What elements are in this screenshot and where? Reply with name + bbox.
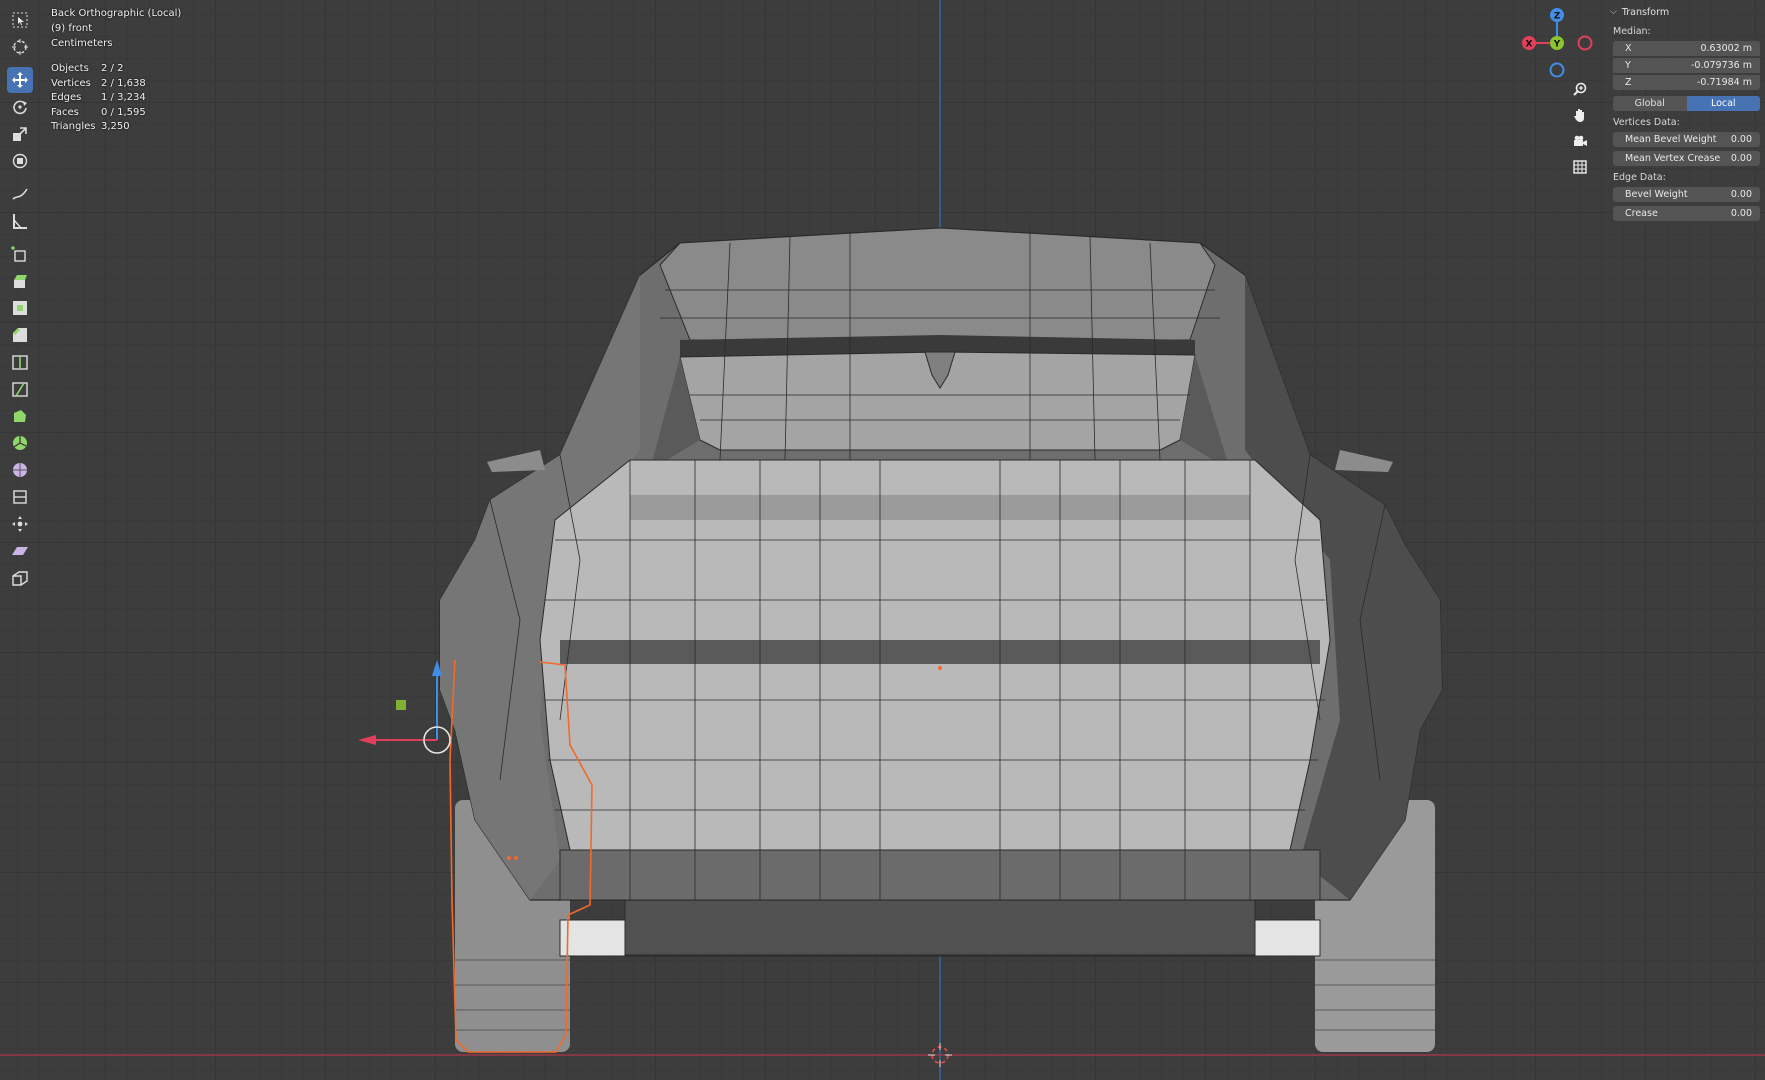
inset-icon[interactable] bbox=[7, 295, 33, 321]
mean-vertex-crease-field[interactable]: Mean Vertex Crease 0.00 bbox=[1613, 151, 1760, 166]
camera-view-icon[interactable] bbox=[1569, 130, 1591, 152]
local-button[interactable]: Local bbox=[1686, 96, 1760, 111]
scale-icon[interactable] bbox=[7, 121, 33, 147]
transform-icon[interactable] bbox=[7, 148, 33, 174]
global-button[interactable]: Global bbox=[1613, 96, 1687, 111]
edge-data-label: Edge Data: bbox=[1613, 172, 1666, 183]
median-label: Median: bbox=[1613, 26, 1651, 37]
view-name: Back Orthographic (Local) bbox=[51, 8, 182, 19]
diffuser bbox=[624, 899, 1256, 956]
right-mirror bbox=[1335, 450, 1393, 472]
edge-slide-icon[interactable] bbox=[7, 484, 33, 510]
stat-row: Edges 1 / 3,234 bbox=[51, 92, 146, 104]
stat-row: Vertices 2 / 1,638 bbox=[51, 77, 146, 89]
roof bbox=[659, 227, 1216, 341]
stat-row: Triangles 3,250 bbox=[51, 121, 130, 133]
gizmo-y-label: Y bbox=[1553, 40, 1561, 50]
crease-field[interactable]: Crease 0.00 bbox=[1613, 206, 1760, 221]
car-mesh bbox=[439, 227, 1443, 1053]
rip-icon[interactable] bbox=[7, 565, 33, 591]
loop-cut-icon[interactable] bbox=[7, 349, 33, 375]
move-icon[interactable] bbox=[7, 67, 33, 93]
transform-space-toggle: Global Local bbox=[1613, 96, 1760, 111]
rotate-icon[interactable] bbox=[7, 94, 33, 120]
shear-icon[interactable] bbox=[7, 538, 33, 564]
tool-shelf bbox=[4, 6, 36, 592]
pan-hand-icon[interactable] bbox=[1569, 104, 1591, 126]
collection-name: (9) front bbox=[51, 23, 93, 34]
units-label: Centimeters bbox=[51, 38, 113, 49]
shrink-fatten-icon[interactable] bbox=[7, 511, 33, 537]
chevron-down-icon: ⌵ bbox=[1610, 7, 1617, 17]
transform-panel: ⌵ Transform Median: X 0.63002 m Y -0.07973… bbox=[1610, 4, 1760, 223]
median-x-field[interactable]: X 0.63002 m bbox=[1613, 41, 1760, 56]
select-box-icon[interactable] bbox=[7, 7, 33, 33]
panel-title: Transform bbox=[1621, 6, 1670, 18]
mean-bevel-weight-field[interactable]: Mean Bevel Weight 0.00 bbox=[1613, 132, 1760, 147]
median-z-field[interactable]: Z -0.71984 m bbox=[1613, 75, 1760, 90]
gizmo-neg-z-axis[interactable] bbox=[1549, 62, 1565, 78]
stat-row: Objects 2 / 2 bbox=[51, 63, 124, 74]
annotate-icon[interactable] bbox=[7, 181, 33, 207]
measure-icon[interactable] bbox=[7, 208, 33, 234]
panel-header[interactable]: ⌵ Transform bbox=[1610, 4, 1760, 20]
extrude-icon[interactable] bbox=[7, 268, 33, 294]
viewport-info: Back Orthographic (Local) (9) front Cent… bbox=[51, 6, 181, 51]
scene-stats: Objects 2 / 2 Vertices 2 / 1,638 Edges 1 / … bbox=[51, 62, 146, 135]
zoom-icon[interactable] bbox=[1569, 78, 1591, 100]
poly-build-icon[interactable] bbox=[7, 403, 33, 429]
spin-icon[interactable] bbox=[7, 430, 33, 456]
add-cube-icon[interactable] bbox=[7, 241, 33, 267]
gizmo-z-label: Z bbox=[1554, 12, 1561, 22]
move-gizmo[interactable] bbox=[358, 660, 451, 754]
bevel-weight-field[interactable]: Bevel Weight 0.00 bbox=[1613, 187, 1760, 202]
knife-icon[interactable] bbox=[7, 376, 33, 402]
bevel-icon[interactable] bbox=[7, 322, 33, 348]
left-mirror bbox=[487, 450, 545, 472]
orthographic-grid-icon[interactable] bbox=[1569, 156, 1591, 178]
gizmo-neg-x-axis[interactable] bbox=[1577, 35, 1593, 51]
cursor-icon[interactable] bbox=[7, 34, 33, 60]
stat-row: Faces 0 / 1,595 bbox=[51, 106, 146, 118]
smooth-icon[interactable] bbox=[7, 457, 33, 483]
viewport-scene: Z X Y bbox=[0, 0, 1765, 1080]
gizmo-x-label: X bbox=[1526, 40, 1533, 50]
vertices-data-label: Vertices Data: bbox=[1613, 117, 1680, 128]
median-y-field[interactable]: Y -0.079736 m bbox=[1613, 58, 1760, 73]
object-origin bbox=[938, 666, 942, 670]
navigation-gizmo[interactable]: Z X Y bbox=[1522, 8, 1593, 78]
light-bar bbox=[560, 640, 1320, 664]
